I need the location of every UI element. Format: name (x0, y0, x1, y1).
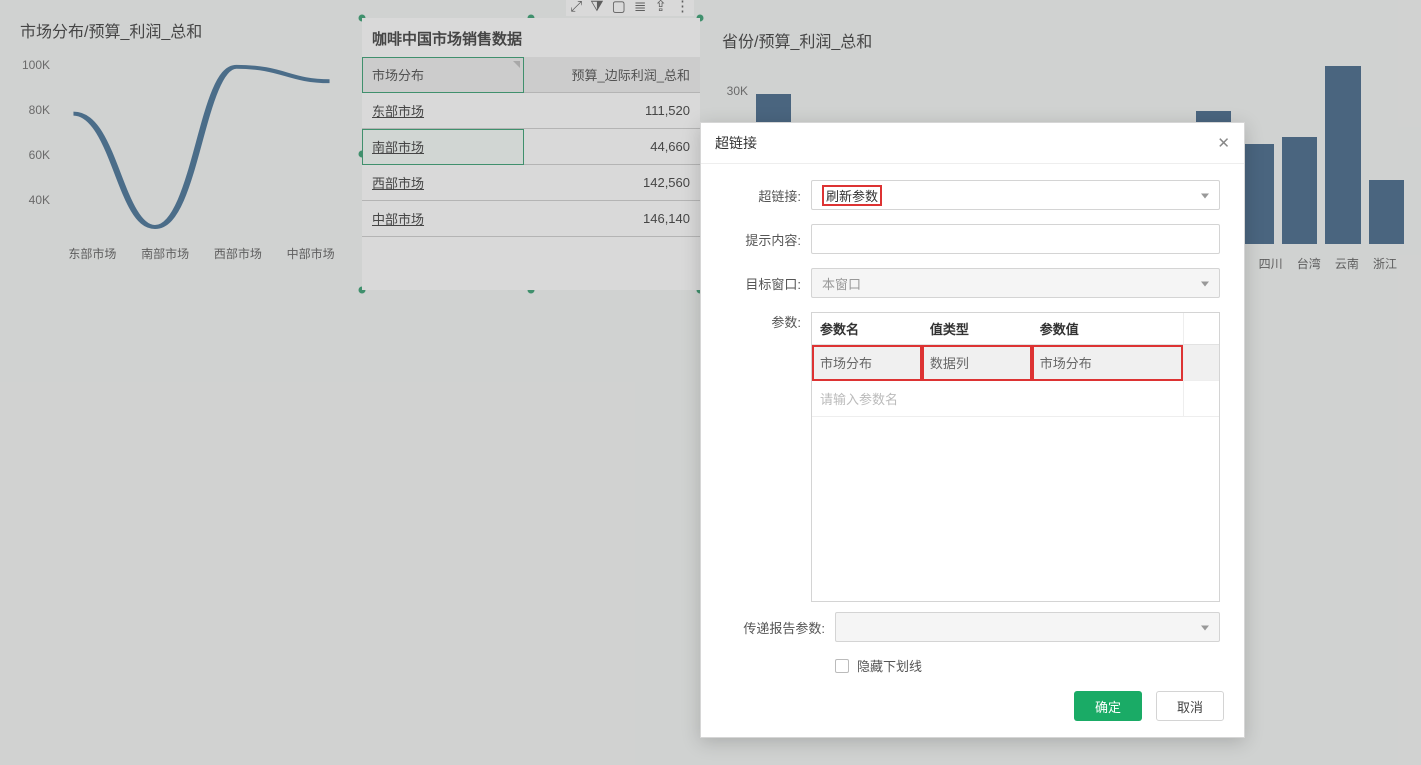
param-col-type: 值类型 (922, 313, 1032, 345)
param-col-action (1183, 313, 1219, 345)
param-row[interactable]: 市场分布 数据列 市场分布 (812, 345, 1219, 381)
cancel-button[interactable]: 取消 (1156, 691, 1224, 721)
param-table: 参数名 值类型 参数值 市场分布 数据列 市场分布 (811, 312, 1220, 602)
modal-body: 超链接: 刷新参数 提示内容: 目标窗口: 本窗口 (701, 164, 1244, 679)
close-icon[interactable]: ✕ (1217, 134, 1230, 152)
ok-button[interactable]: 确定 (1074, 691, 1142, 721)
param-action-cell[interactable] (1183, 345, 1219, 381)
hyperlink-value: 刷新参数 (822, 185, 882, 206)
label-target: 目标窗口: (725, 274, 801, 293)
modal-header: 超链接 ✕ (701, 123, 1244, 164)
pass-report-params-select[interactable] (835, 612, 1220, 642)
param-value-cell[interactable]: 市场分布 (1032, 345, 1183, 381)
param-name-cell[interactable]: 市场分布 (812, 345, 922, 381)
label-params: 参数: (725, 312, 801, 331)
hyperlink-select[interactable]: 刷新参数 (811, 180, 1220, 210)
label-pass-report-params: 传递报告参数: (725, 618, 825, 637)
param-col-name: 参数名 (812, 313, 922, 345)
modal-title: 超链接 (715, 133, 757, 153)
hide-underline-option[interactable]: 隐藏下划线 (835, 656, 922, 675)
param-row-new[interactable]: 请输入参数名 (812, 381, 1219, 417)
hyperlink-modal: 超链接 ✕ 超链接: 刷新参数 提示内容: 目标窗口: 本窗口 (700, 122, 1245, 738)
modal-footer: 确定 取消 (701, 679, 1244, 737)
param-col-value: 参数值 (1032, 313, 1183, 345)
target-select[interactable]: 本窗口 (811, 268, 1220, 298)
hide-underline-label: 隐藏下划线 (857, 656, 922, 675)
param-new-placeholder: 请输入参数名 (820, 392, 898, 407)
checkbox-icon[interactable] (835, 659, 849, 673)
label-hyperlink: 超链接: (725, 186, 801, 205)
target-value: 本窗口 (822, 274, 861, 293)
label-tooltip: 提示内容: (725, 230, 801, 249)
param-type-cell[interactable]: 数据列 (922, 345, 1032, 381)
tooltip-input[interactable] (811, 224, 1220, 254)
